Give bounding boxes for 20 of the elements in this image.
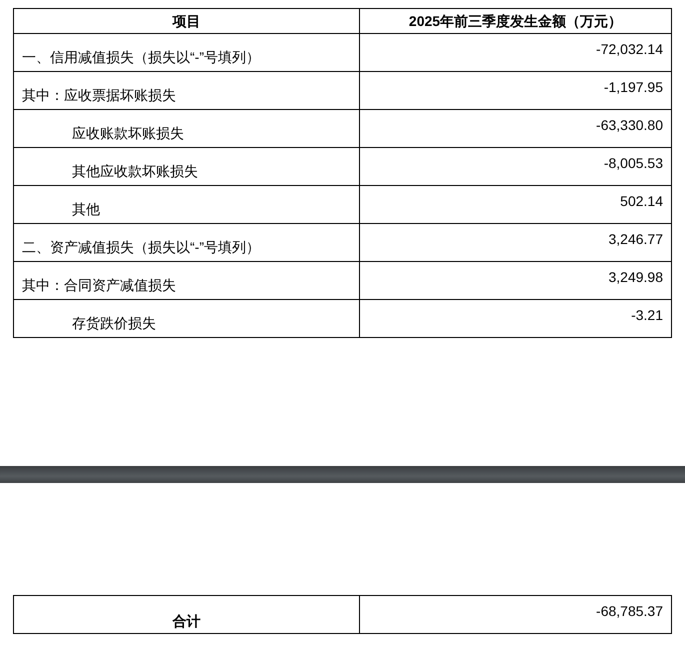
- table-cell-text: -63,330.80: [595, 116, 664, 135]
- table-cell: 存货跌价损失: [14, 300, 360, 337]
- table-cell-text: 502.14: [619, 192, 664, 211]
- table-cell: 应收账款坏账损失: [14, 110, 360, 147]
- table-cell-text: -1,197.95: [602, 78, 664, 97]
- table-cell: 其中：应收票据坏账损失: [14, 72, 360, 109]
- column-header: 2025年前三季度发生金额（万元）: [408, 12, 624, 31]
- table-cell: 二、资产减值损失（损失以“-”号填列）: [14, 224, 360, 261]
- table-cell-text: 3,249.98: [608, 268, 664, 287]
- table-cell: 其他: [14, 186, 360, 223]
- table-cell: 其他应收款坏账损失: [14, 148, 360, 185]
- table-cell-text: 3,246.77: [608, 230, 664, 249]
- table-cell-text: -3.21: [630, 306, 664, 325]
- column-header: 项目: [14, 9, 360, 33]
- table-cell: 一、信用减值损失（损失以“-”号填列）: [14, 34, 360, 71]
- table-cell-text: -68,785.37: [595, 602, 664, 621]
- table-cell: 其中：合同资产减值损失: [14, 262, 360, 299]
- table-cell-text: -72,032.14: [595, 40, 664, 59]
- table-cell: 合计: [14, 596, 360, 633]
- table-cell-text: -8,005.53: [602, 154, 664, 173]
